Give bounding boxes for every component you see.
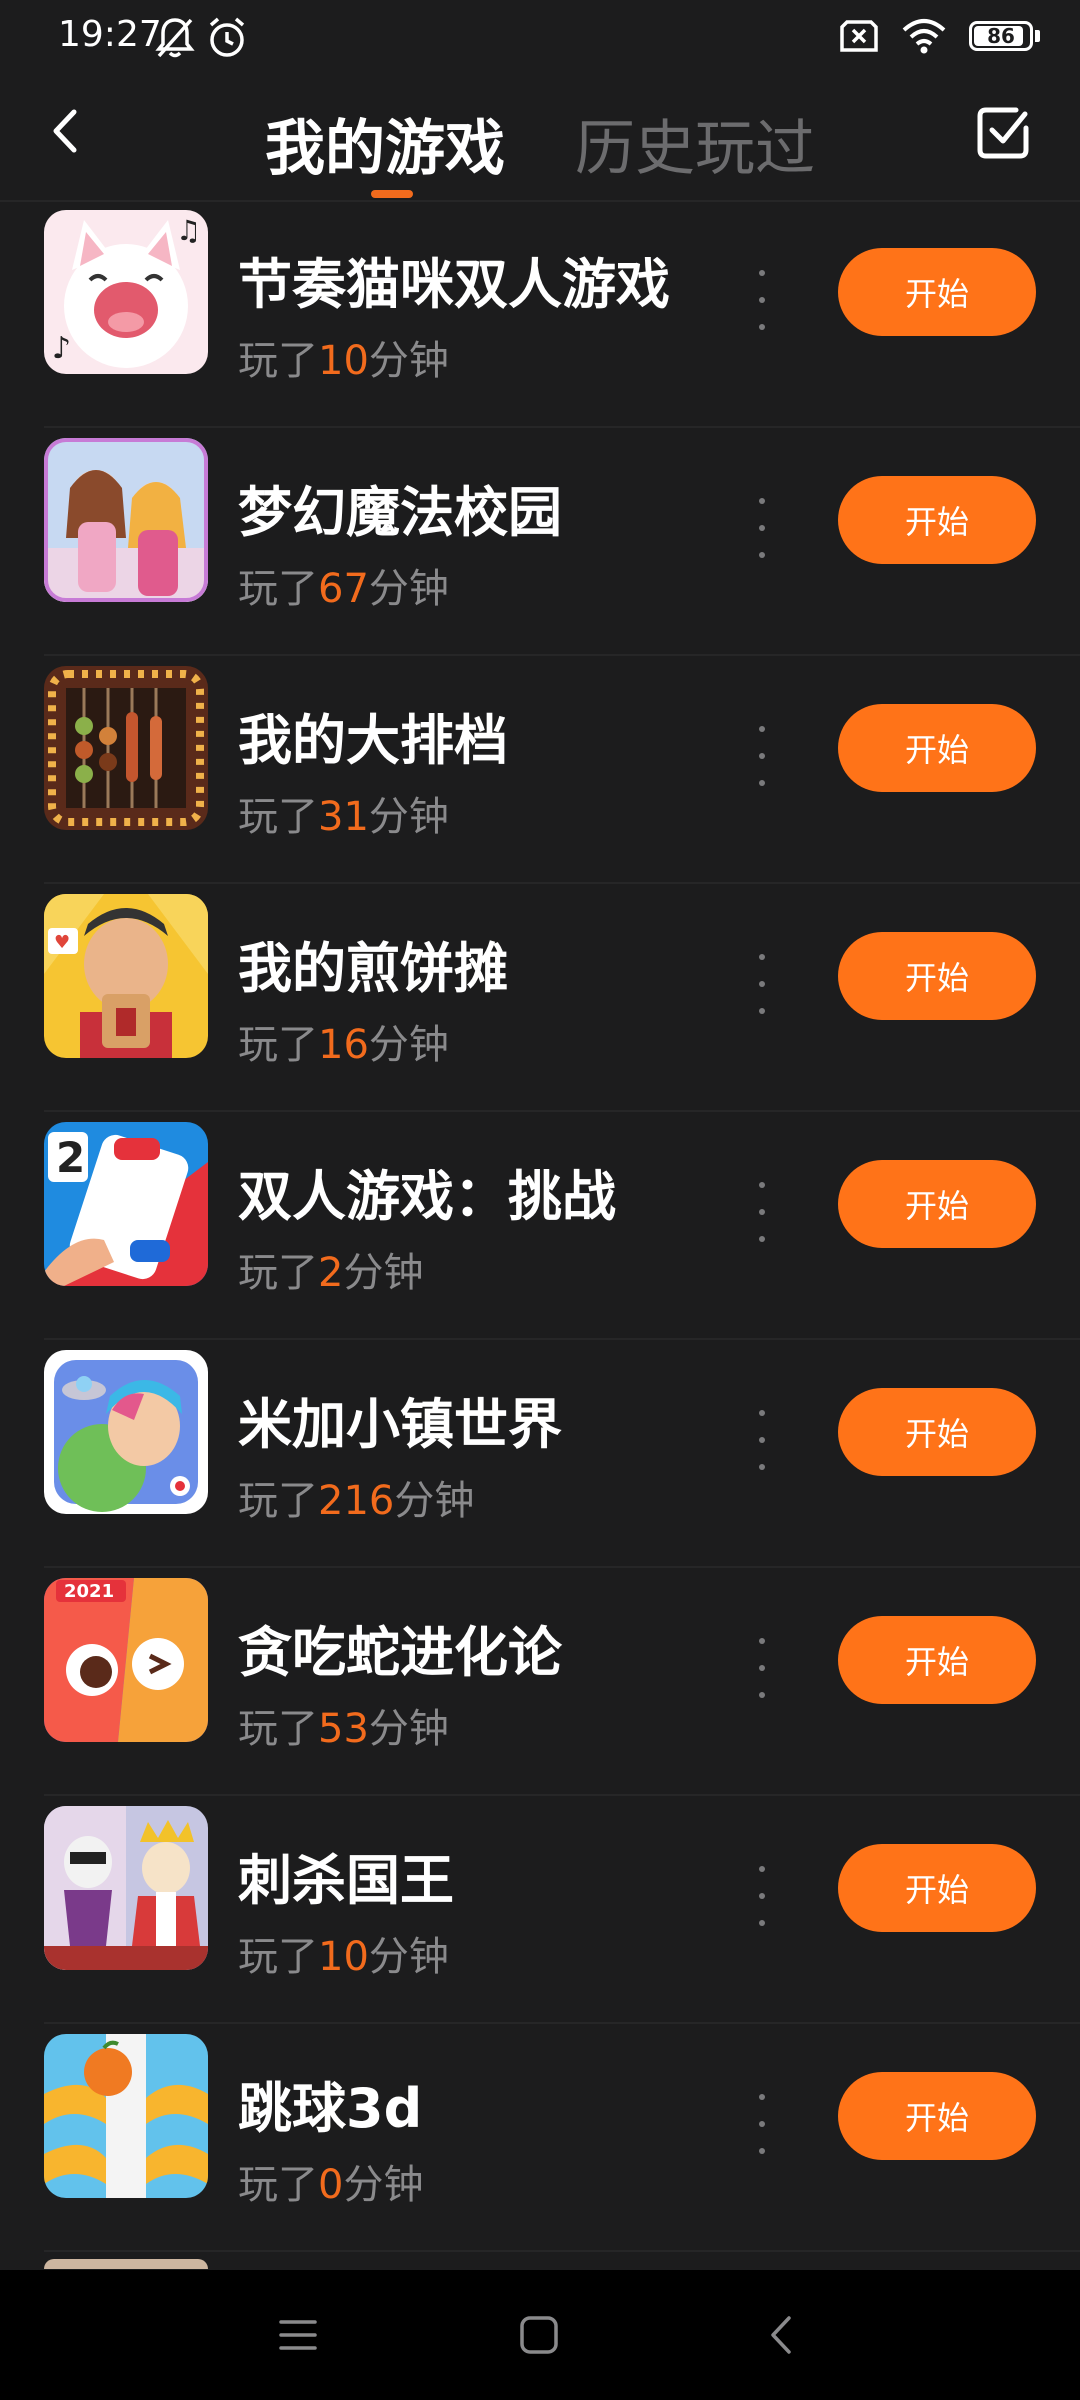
- game-thumbnail[interactable]: ♪ ♫: [44, 210, 208, 374]
- game-thumbnail[interactable]: 2: [44, 1122, 208, 1286]
- list-item[interactable]: 梦幻魔法校园 玩了67分钟 开始: [0, 428, 1080, 656]
- game-list: ♪ ♫ 节奏猫咪双人游戏 玩了10分钟 开始 梦幻魔法校园 玩了67分钟 开始 …: [0, 200, 1080, 2252]
- play-time: 玩了67分钟: [238, 566, 449, 612]
- start-button[interactable]: 开始: [838, 704, 1036, 792]
- home-icon[interactable]: [514, 2310, 564, 2360]
- play-time: 玩了0分钟: [238, 2162, 424, 2208]
- game-thumbnail[interactable]: [44, 438, 208, 602]
- back-arrow-icon[interactable]: [40, 104, 94, 158]
- more-options-icon[interactable]: [755, 1638, 769, 1698]
- play-time: 玩了216分钟: [238, 1478, 475, 1524]
- svg-text:2: 2: [56, 1133, 85, 1182]
- system-nav-bar: [0, 2270, 1080, 2400]
- status-bar: 19:27 86: [0, 0, 1080, 78]
- list-item[interactable]: ♪ ♫ 节奏猫咪双人游戏 玩了10分钟 开始: [0, 200, 1080, 428]
- year-badge: 2021: [64, 1581, 114, 1602]
- play-time: 玩了10分钟: [238, 338, 449, 384]
- more-options-icon[interactable]: [755, 954, 769, 1014]
- more-options-icon[interactable]: [755, 2094, 769, 2154]
- start-button[interactable]: 开始: [838, 1388, 1036, 1476]
- more-options-icon[interactable]: [755, 726, 769, 786]
- play-time: 玩了31分钟: [238, 794, 449, 840]
- more-options-icon[interactable]: [755, 1866, 769, 1926]
- list-item[interactable]: 刺杀国王 玩了10分钟 开始: [0, 1796, 1080, 2024]
- more-options-icon[interactable]: [755, 1410, 769, 1470]
- start-button[interactable]: 开始: [838, 1616, 1036, 1704]
- game-thumbnail[interactable]: [44, 2034, 208, 2198]
- play-time: 玩了16分钟: [238, 1022, 449, 1068]
- more-options-icon[interactable]: [755, 498, 769, 558]
- sim-off-icon: [840, 20, 878, 52]
- game-name: 刺杀国王: [238, 1849, 454, 1912]
- game-name: 贪吃蛇进化论: [238, 1621, 562, 1684]
- start-button[interactable]: 开始: [838, 476, 1036, 564]
- list-item[interactable]: 2 双人游戏：挑战 玩了2分钟 开始: [0, 1112, 1080, 1340]
- tab-indicator: [371, 190, 413, 198]
- game-name: 跳球3d: [238, 2077, 423, 2140]
- select-checkbox-icon[interactable]: [976, 106, 1030, 160]
- game-name: 米加小镇世界: [238, 1393, 562, 1456]
- wifi-icon: [902, 19, 946, 54]
- battery-icon: 86: [969, 21, 1033, 51]
- play-time: 玩了2分钟: [238, 1250, 424, 1296]
- start-button[interactable]: 开始: [838, 1160, 1036, 1248]
- play-time: 玩了53分钟: [238, 1706, 449, 1752]
- svg-text:♥: ♥: [54, 932, 70, 953]
- list-item[interactable]: 我的大排档 玩了31分钟 开始: [0, 656, 1080, 884]
- list-item[interactable]: ♥ 我的煎饼摊 玩了16分钟 开始: [0, 884, 1080, 1112]
- tab-my-games[interactable]: 我的游戏: [265, 100, 505, 187]
- list-item[interactable]: 2021 贪吃蛇进化论 玩了53分钟 开始: [0, 1568, 1080, 1796]
- game-name: 我的煎饼摊: [238, 937, 508, 1000]
- game-name: 梦幻魔法校园: [238, 481, 562, 544]
- bell-off-icon: [155, 18, 195, 58]
- game-thumbnail[interactable]: [44, 1806, 208, 1970]
- more-options-icon[interactable]: [755, 1182, 769, 1242]
- game-name: 节奏猫咪双人游戏: [238, 253, 670, 316]
- start-button[interactable]: 开始: [838, 932, 1036, 1020]
- list-item[interactable]: 跳球3d 玩了0分钟 开始: [0, 2024, 1080, 2252]
- game-thumbnail[interactable]: 2021: [44, 1578, 208, 1742]
- game-name: 双人游戏：挑战: [238, 1165, 616, 1228]
- list-item[interactable]: 米加小镇世界 玩了216分钟 开始: [0, 1340, 1080, 1568]
- battery-level: 86: [987, 24, 1015, 48]
- svg-text:♫: ♫: [176, 214, 201, 247]
- start-button[interactable]: 开始: [838, 2072, 1036, 2160]
- svg-text:♪: ♪: [52, 331, 71, 366]
- back-icon[interactable]: [757, 2310, 807, 2360]
- tab-history[interactable]: 历史玩过: [575, 100, 815, 187]
- status-time: 19:27: [58, 14, 162, 55]
- header: 我的游戏 历史玩过: [0, 78, 1080, 202]
- menu-icon[interactable]: [273, 2310, 323, 2360]
- more-options-icon[interactable]: [755, 270, 769, 330]
- game-thumbnail[interactable]: [44, 1350, 208, 1514]
- game-thumbnail[interactable]: ♥: [44, 894, 208, 1058]
- start-button[interactable]: 开始: [838, 1844, 1036, 1932]
- play-time: 玩了10分钟: [238, 1934, 449, 1980]
- partial-next-thumbnail: [44, 2259, 208, 2269]
- game-thumbnail[interactable]: [44, 666, 208, 830]
- divider: [44, 2250, 1080, 2252]
- start-button[interactable]: 开始: [838, 248, 1036, 336]
- game-name: 我的大排档: [238, 709, 508, 772]
- alarm-icon: [209, 17, 245, 57]
